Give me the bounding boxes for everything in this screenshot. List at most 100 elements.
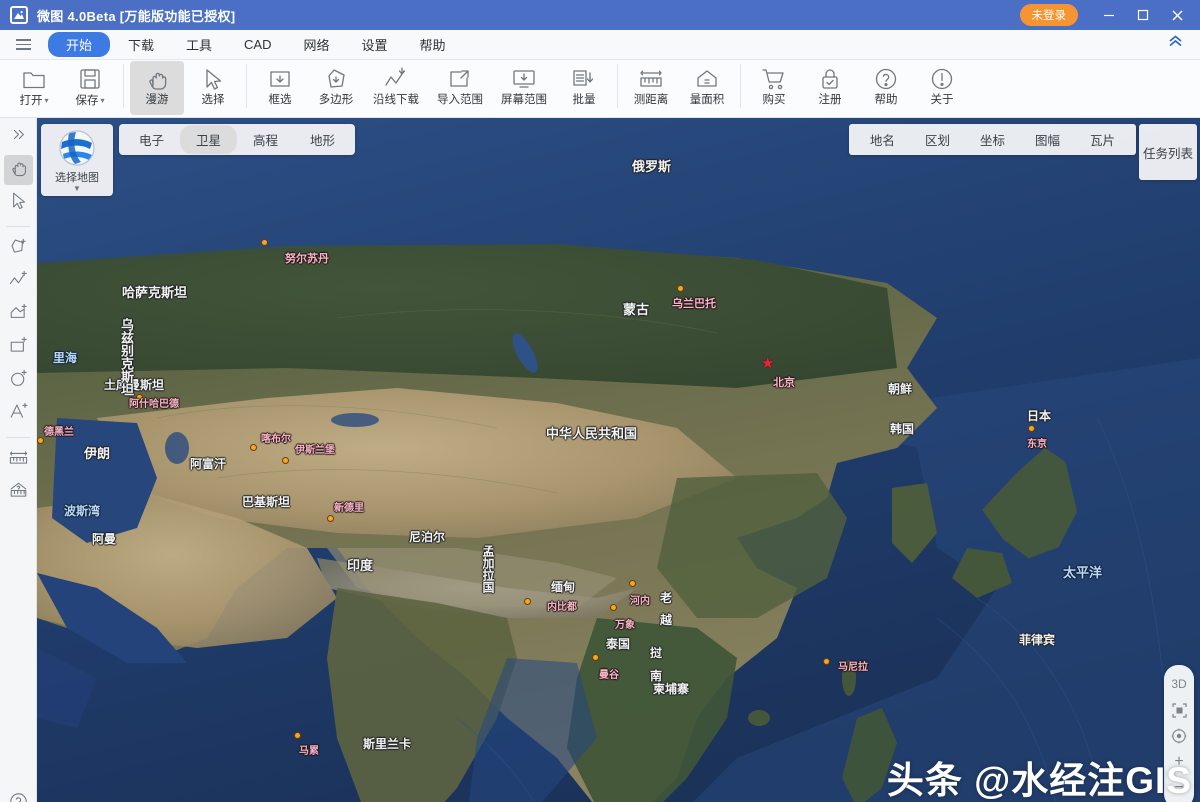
rail-hand[interactable] [4,155,33,185]
ribbon-button-cursor[interactable]: 选择 [186,61,240,115]
layer-tab-0[interactable]: 电子 [123,125,180,154]
measure-distance-icon [8,447,29,473]
map-overlay-tabs: 地名区划坐标图幅瓦片 [849,124,1136,155]
zoom-in-icon[interactable]: + [1166,749,1192,775]
map-overlay-tab-3[interactable]: 图幅 [1020,125,1075,154]
menu-item-1[interactable]: 下载 [114,32,168,57]
cursor-icon [200,64,226,94]
text-add-icon [8,401,29,427]
save-icon [77,64,103,94]
rail-measure-area[interactable] [4,478,33,508]
ribbon-button-folder[interactable]: 打开▾ [7,61,61,115]
ribbon-button-label: 导入范围 [437,94,483,107]
rail-area-add[interactable] [4,300,33,330]
maximize-button[interactable] [1126,0,1160,30]
ribbon-button-cart[interactable]: 购买 [747,61,801,115]
rail-polygon-add[interactable] [4,234,33,264]
app-logo-icon [10,6,28,24]
hamburger-menu-icon[interactable] [8,34,38,56]
menu-item-0[interactable]: 开始 [48,32,110,57]
menu-item-5[interactable]: 设置 [348,32,402,57]
app-window: 微图 4.0Beta [万能版功能已授权] 未登录 开始下载工具CAD网络设置帮… [0,0,1200,802]
hand-icon [144,64,170,94]
rail-help-button[interactable] [4,789,33,802]
layer-tab-3[interactable]: 地形 [294,125,351,154]
menu-item-6[interactable]: 帮助 [406,32,460,57]
map-source-chooser[interactable]: 选择地图 ▼ [41,124,113,196]
ribbon-button-box-select[interactable]: 框选 [253,61,307,115]
ribbon-button-batch[interactable]: 批量 [557,61,611,115]
map-overlay-tab-4[interactable]: 瓦片 [1075,125,1130,154]
ribbon-button-label: 帮助 [875,94,898,107]
map-overlay-tab-0[interactable]: 地名 [855,125,910,154]
menu-bar: 开始下载工具CAD网络设置帮助 [0,30,1200,60]
rail-cursor[interactable] [4,188,33,218]
circle-add-icon [8,368,29,394]
ribbon-button-label: 量面积 [690,94,725,107]
rail-polyline-add[interactable] [4,267,33,297]
rail-separator [6,437,31,438]
polyline-download-icon [383,64,409,94]
ribbon-button-label: 购买 [763,94,786,107]
rail-rectangle-add[interactable] [4,333,33,363]
rail-text-add[interactable] [4,399,33,429]
rail-circle-add[interactable] [4,366,33,396]
chevron-down-icon[interactable]: ▾ [100,96,104,105]
layer-type-tabs: 电子卫星高程地形 [119,124,355,155]
chevron-up-icon[interactable] [1167,34,1184,51]
ribbon-button-label: 测距离 [634,94,669,107]
rectangle-add-icon [8,335,29,361]
title-bar: 微图 4.0Beta [万能版功能已授权] 未登录 [0,0,1200,30]
layer-tab-1[interactable]: 卫星 [180,125,237,154]
satellite-imagery [37,118,1200,802]
ribbon-group-2: 框选多边形沿线下载导入范围屏幕范围批量 [252,60,612,118]
compass-icon[interactable] [1166,723,1192,749]
ribbon-button-label: 批量 [573,94,596,107]
ribbon-separator [740,64,741,108]
left-tool-rail [0,118,37,802]
map-overlay-tab-1[interactable]: 区划 [910,125,965,154]
ribbon-button-lock[interactable]: 注册 [803,61,857,115]
close-button[interactable] [1160,0,1194,30]
chevron-down-icon[interactable]: ▾ [44,96,48,105]
zoom-out-icon[interactable]: − [1166,775,1192,801]
ribbon-group-3: 测距离 量面积 [623,60,735,118]
task-list-button[interactable]: 任务列表 [1139,124,1197,180]
box-select-icon [267,64,293,94]
ruler-icon [638,64,664,94]
ribbon-button-polyline-download[interactable]: 沿线下载 [365,61,427,115]
ribbon-button-area[interactable]: 量面积 [680,61,734,115]
menu-item-4[interactable]: 网络 [290,32,344,57]
fit-extent-icon[interactable] [1166,697,1192,723]
rail-expand-right[interactable] [4,122,33,152]
ribbon-button-label: 关于 [931,94,954,107]
login-status-badge[interactable]: 未登录 [1020,4,1079,26]
three-d-icon[interactable]: 3D [1166,671,1192,697]
cart-icon [761,64,787,94]
map-chooser-label: 选择地图 [55,169,99,185]
ribbon-button-question[interactable]: 帮助 [859,61,913,115]
ribbon-button-polygon[interactable]: 多边形 [309,61,363,115]
ribbon-button-screen-extent[interactable]: 屏幕范围 [493,61,555,115]
polygon-add-icon [8,236,29,262]
rail-measure-distance[interactable] [4,445,33,475]
ribbon-button-ruler[interactable]: 测距离 [624,61,678,115]
chevron-down-icon[interactable]: ▼ [73,185,81,192]
map-overlay-tab-2[interactable]: 坐标 [965,125,1020,154]
menu-item-3[interactable]: CAD [230,34,285,55]
ribbon-button-hand[interactable]: 漫游 [130,61,184,115]
minimize-button[interactable] [1092,0,1126,30]
map-canvas[interactable]: 俄罗斯蒙古哈萨克斯坦中华人民共和国土库曼斯坦伊朗阿富汗巴基斯坦印度尼泊尔缅甸泰国… [37,118,1200,802]
polyline-add-icon [8,269,29,295]
ribbon-button-text: 保存 [75,95,98,107]
screen-extent-icon [511,64,537,94]
question-icon [8,791,29,802]
ribbon-button-import-extent[interactable]: 导入范围 [429,61,491,115]
layer-tab-2[interactable]: 高程 [237,125,294,154]
folder-icon [21,64,47,94]
expand-right-icon [8,124,29,150]
ribbon-button-info[interactable]: 关于 [915,61,969,115]
measure-area-icon [8,480,29,506]
ribbon-button-save[interactable]: 保存▾ [63,61,117,115]
menu-item-2[interactable]: 工具 [172,32,226,57]
